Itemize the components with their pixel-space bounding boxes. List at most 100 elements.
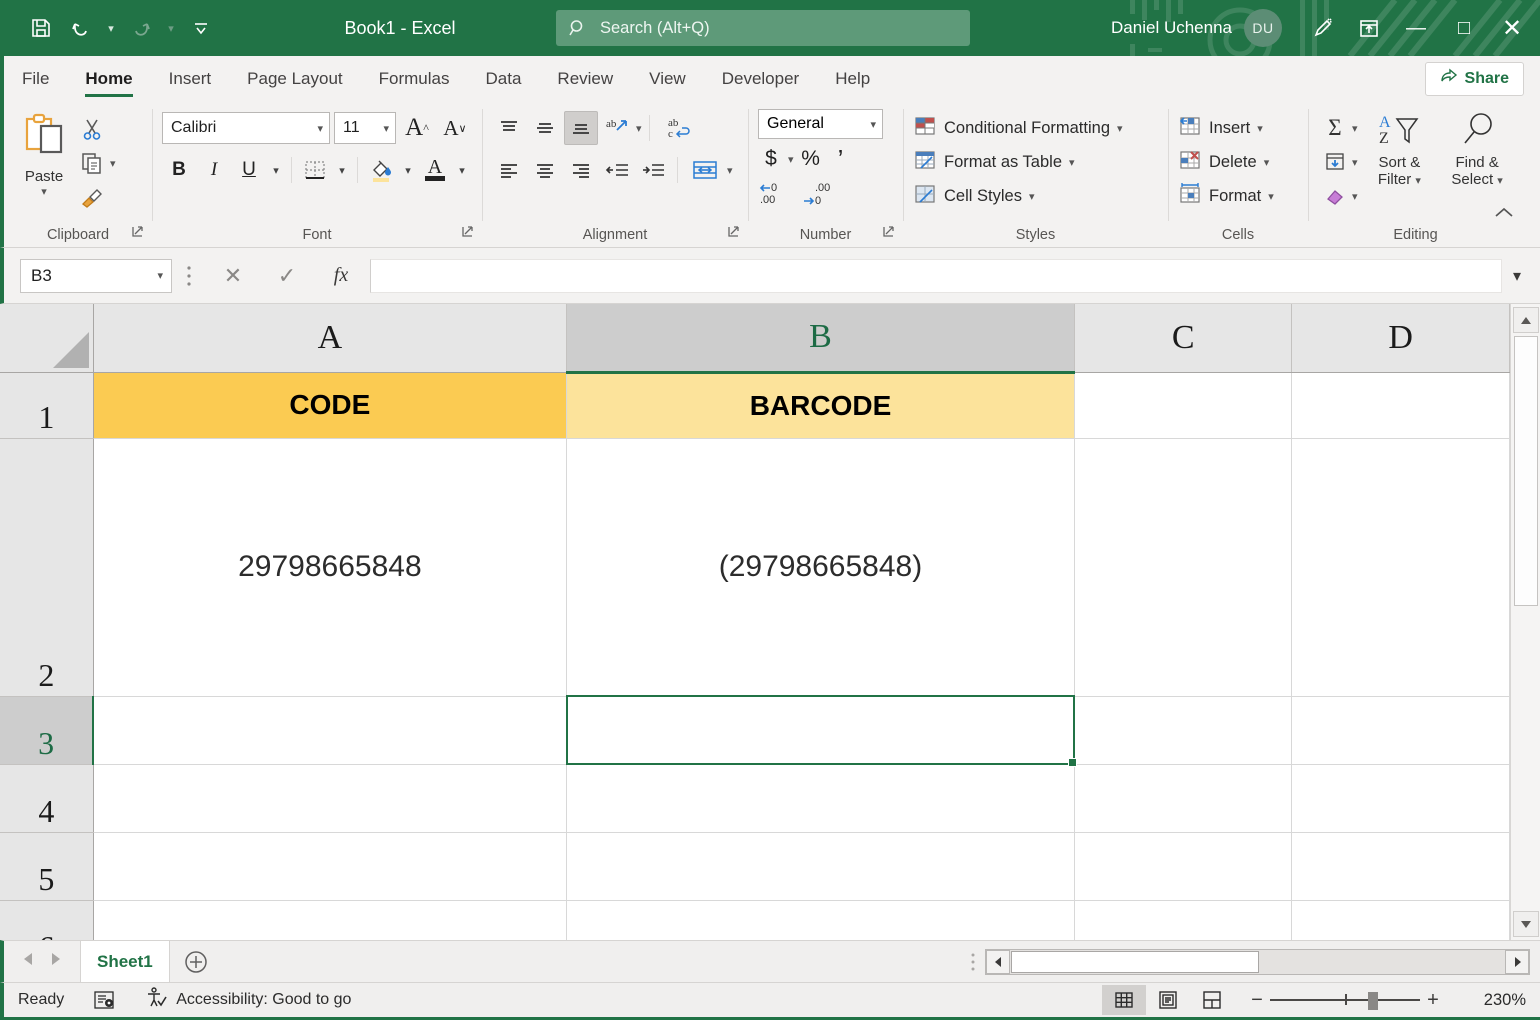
sheet-tab-sheet1[interactable]: Sheet1 bbox=[80, 941, 170, 982]
fill-icon[interactable] bbox=[1318, 145, 1352, 179]
cell-a4[interactable] bbox=[93, 764, 566, 832]
increase-indent-icon[interactable] bbox=[636, 153, 670, 187]
redo-icon[interactable] bbox=[122, 9, 160, 47]
macro-record-icon[interactable] bbox=[78, 983, 130, 1017]
increase-font-size-icon[interactable]: A^ bbox=[400, 111, 434, 145]
accounting-format-icon[interactable]: $ bbox=[758, 143, 784, 175]
format-as-table-button[interactable]: Format as Table ▾ bbox=[913, 145, 1075, 179]
tab-view[interactable]: View bbox=[631, 56, 704, 101]
tab-page-layout[interactable]: Page Layout bbox=[229, 56, 360, 101]
avatar[interactable]: DU bbox=[1244, 9, 1282, 47]
borders-icon[interactable] bbox=[298, 153, 332, 187]
name-box-dropdown-icon[interactable]: ▾ bbox=[157, 269, 163, 282]
cell-d3[interactable] bbox=[1292, 696, 1510, 764]
cancel-entry-icon[interactable]: ✕ bbox=[206, 259, 260, 293]
clipboard-dialog-launcher-icon[interactable] bbox=[131, 225, 144, 243]
accessibility-status[interactable]: Accessibility: Good to go bbox=[130, 983, 365, 1017]
confirm-entry-icon[interactable]: ✓ bbox=[260, 259, 314, 293]
minimize-button[interactable]: — bbox=[1392, 0, 1440, 56]
cell-a2[interactable]: 29798665848 bbox=[93, 438, 566, 696]
font-size-dropdown-icon[interactable]: ▾ bbox=[383, 122, 389, 135]
cell-b4[interactable] bbox=[567, 764, 1075, 832]
align-top-icon[interactable] bbox=[492, 111, 526, 145]
cell-a5[interactable] bbox=[93, 832, 566, 900]
tab-insert[interactable]: Insert bbox=[151, 56, 230, 101]
formula-bar-handle[interactable] bbox=[172, 264, 206, 288]
format-cells-button[interactable]: Format ▾ bbox=[1178, 179, 1274, 213]
font-family-dropdown-icon[interactable]: ▾ bbox=[317, 122, 323, 135]
column-header-c[interactable]: C bbox=[1074, 304, 1291, 372]
align-left-icon[interactable] bbox=[492, 153, 526, 187]
name-box[interactable]: B3 ▾ bbox=[20, 259, 172, 293]
cell-b3[interactable] bbox=[567, 696, 1075, 764]
decrease-font-size-icon[interactable]: A∨ bbox=[438, 111, 472, 145]
cell-a6[interactable] bbox=[93, 900, 566, 940]
orientation-dropdown-icon[interactable]: ▾ bbox=[636, 122, 642, 135]
underline-dropdown-icon[interactable]: ▾ bbox=[267, 153, 285, 187]
merge-dropdown-icon[interactable]: ▾ bbox=[727, 164, 733, 177]
tab-data[interactable]: Data bbox=[468, 56, 540, 101]
cell-c5[interactable] bbox=[1074, 832, 1291, 900]
fill-color-icon[interactable] bbox=[364, 153, 398, 187]
cell-d1[interactable] bbox=[1292, 372, 1510, 438]
customize-quick-access-toolbar-icon[interactable] bbox=[182, 9, 220, 47]
row-header-4[interactable]: 4 bbox=[0, 764, 93, 832]
cell-c1[interactable] bbox=[1074, 372, 1291, 438]
conditional-formatting-button[interactable]: Conditional Formatting ▾ bbox=[913, 111, 1123, 145]
font-color-icon[interactable]: A bbox=[418, 153, 452, 187]
font-family-combo[interactable]: Calibri ▾ bbox=[162, 112, 330, 144]
zoom-track[interactable] bbox=[1270, 990, 1420, 1010]
delete-cells-button[interactable]: Delete ▾ bbox=[1178, 145, 1269, 179]
tab-home[interactable]: Home bbox=[67, 56, 150, 101]
tab-developer[interactable]: Developer bbox=[704, 56, 818, 101]
cell-a1[interactable]: CODE bbox=[93, 372, 566, 438]
column-header-b[interactable]: B bbox=[567, 304, 1075, 372]
search-box[interactable]: Search (Alt+Q) bbox=[556, 10, 970, 46]
paste-button[interactable]: Paste ▾ bbox=[14, 107, 74, 198]
save-icon[interactable] bbox=[22, 9, 60, 47]
cell-a3[interactable] bbox=[93, 696, 566, 764]
align-bottom-icon[interactable] bbox=[564, 111, 598, 145]
cell-b2[interactable]: (29798665848) bbox=[567, 438, 1075, 696]
decrease-decimal-icon[interactable]: .00 0 bbox=[802, 177, 836, 209]
previous-sheet-icon[interactable] bbox=[22, 952, 35, 971]
scroll-right-icon[interactable] bbox=[1505, 950, 1529, 974]
maximize-button[interactable]: □ bbox=[1440, 0, 1488, 56]
insert-function-icon[interactable]: fx bbox=[314, 259, 368, 293]
scroll-up-icon[interactable] bbox=[1513, 307, 1539, 333]
cell-b1[interactable]: BARCODE bbox=[567, 372, 1075, 438]
zoom-thumb[interactable] bbox=[1368, 992, 1378, 1010]
cell-d4[interactable] bbox=[1292, 764, 1510, 832]
add-sheet-button[interactable] bbox=[170, 941, 222, 982]
tab-file[interactable]: File bbox=[4, 56, 67, 101]
row-header-6[interactable]: 6 bbox=[0, 900, 93, 940]
orientation-icon[interactable]: ab bbox=[600, 111, 634, 145]
delete-dropdown-icon[interactable]: ▾ bbox=[1264, 156, 1270, 169]
formula-input[interactable] bbox=[370, 259, 1502, 293]
font-color-dropdown-icon[interactable]: ▾ bbox=[453, 153, 471, 187]
zoom-slider[interactable]: − + bbox=[1244, 989, 1446, 1012]
clear-icon[interactable] bbox=[1318, 179, 1352, 213]
italic-button[interactable]: I bbox=[197, 153, 231, 187]
tab-review[interactable]: Review bbox=[539, 56, 631, 101]
fill-color-dropdown-icon[interactable]: ▾ bbox=[399, 153, 417, 187]
autosum-icon[interactable]: Σ bbox=[1318, 111, 1352, 145]
bold-button[interactable]: B bbox=[162, 153, 196, 187]
borders-dropdown-icon[interactable]: ▾ bbox=[333, 153, 351, 187]
comma-style-icon[interactable]: ’ bbox=[828, 143, 854, 175]
scroll-down-icon[interactable] bbox=[1513, 911, 1539, 937]
page-break-preview-icon[interactable] bbox=[1190, 985, 1234, 1015]
undo-icon[interactable] bbox=[62, 9, 100, 47]
scroll-left-icon[interactable] bbox=[986, 950, 1010, 974]
number-format-dropdown-icon[interactable]: ▾ bbox=[870, 118, 876, 131]
cell-d2[interactable] bbox=[1292, 438, 1510, 696]
column-header-a[interactable]: A bbox=[93, 304, 566, 372]
format-painter-icon[interactable] bbox=[74, 181, 110, 213]
horizontal-scrollbar[interactable] bbox=[985, 949, 1530, 975]
column-header-d[interactable]: D bbox=[1292, 304, 1510, 372]
increase-decimal-icon[interactable]: 0 .00 bbox=[758, 177, 792, 209]
cell-d5[interactable] bbox=[1292, 832, 1510, 900]
zoom-level[interactable]: 230% bbox=[1456, 991, 1526, 1010]
row-header-1[interactable]: 1 bbox=[0, 372, 93, 438]
normal-view-icon[interactable] bbox=[1102, 985, 1146, 1015]
